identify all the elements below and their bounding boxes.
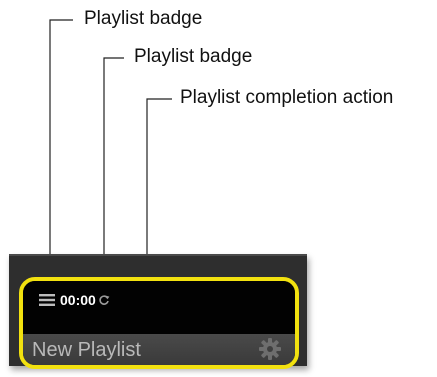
playlist-preview: 00:00: [23, 281, 295, 334]
callout-list-badge-label: Playlist badge: [84, 8, 203, 29]
playlist-tile[interactable]: 00:00 New Playlist: [19, 277, 299, 369]
list-icon: [39, 294, 55, 306]
playlist-badges: 00:00: [39, 292, 110, 308]
callout-leader-completion-action: [146, 98, 172, 266]
callout-leader-duration-badge: [103, 57, 124, 270]
callout-leader-list-badge: [49, 19, 73, 270]
callout-completion-action-label: Playlist completion action: [180, 87, 394, 108]
playlist-name[interactable]: New Playlist: [32, 339, 141, 362]
repeat-icon: [99, 295, 110, 305]
gear-icon[interactable]: [258, 337, 282, 361]
playlist-footer: New Playlist: [23, 334, 295, 365]
duration-badge: 00:00: [60, 292, 96, 308]
callout-duration-badge-label: Playlist badge: [134, 46, 253, 67]
